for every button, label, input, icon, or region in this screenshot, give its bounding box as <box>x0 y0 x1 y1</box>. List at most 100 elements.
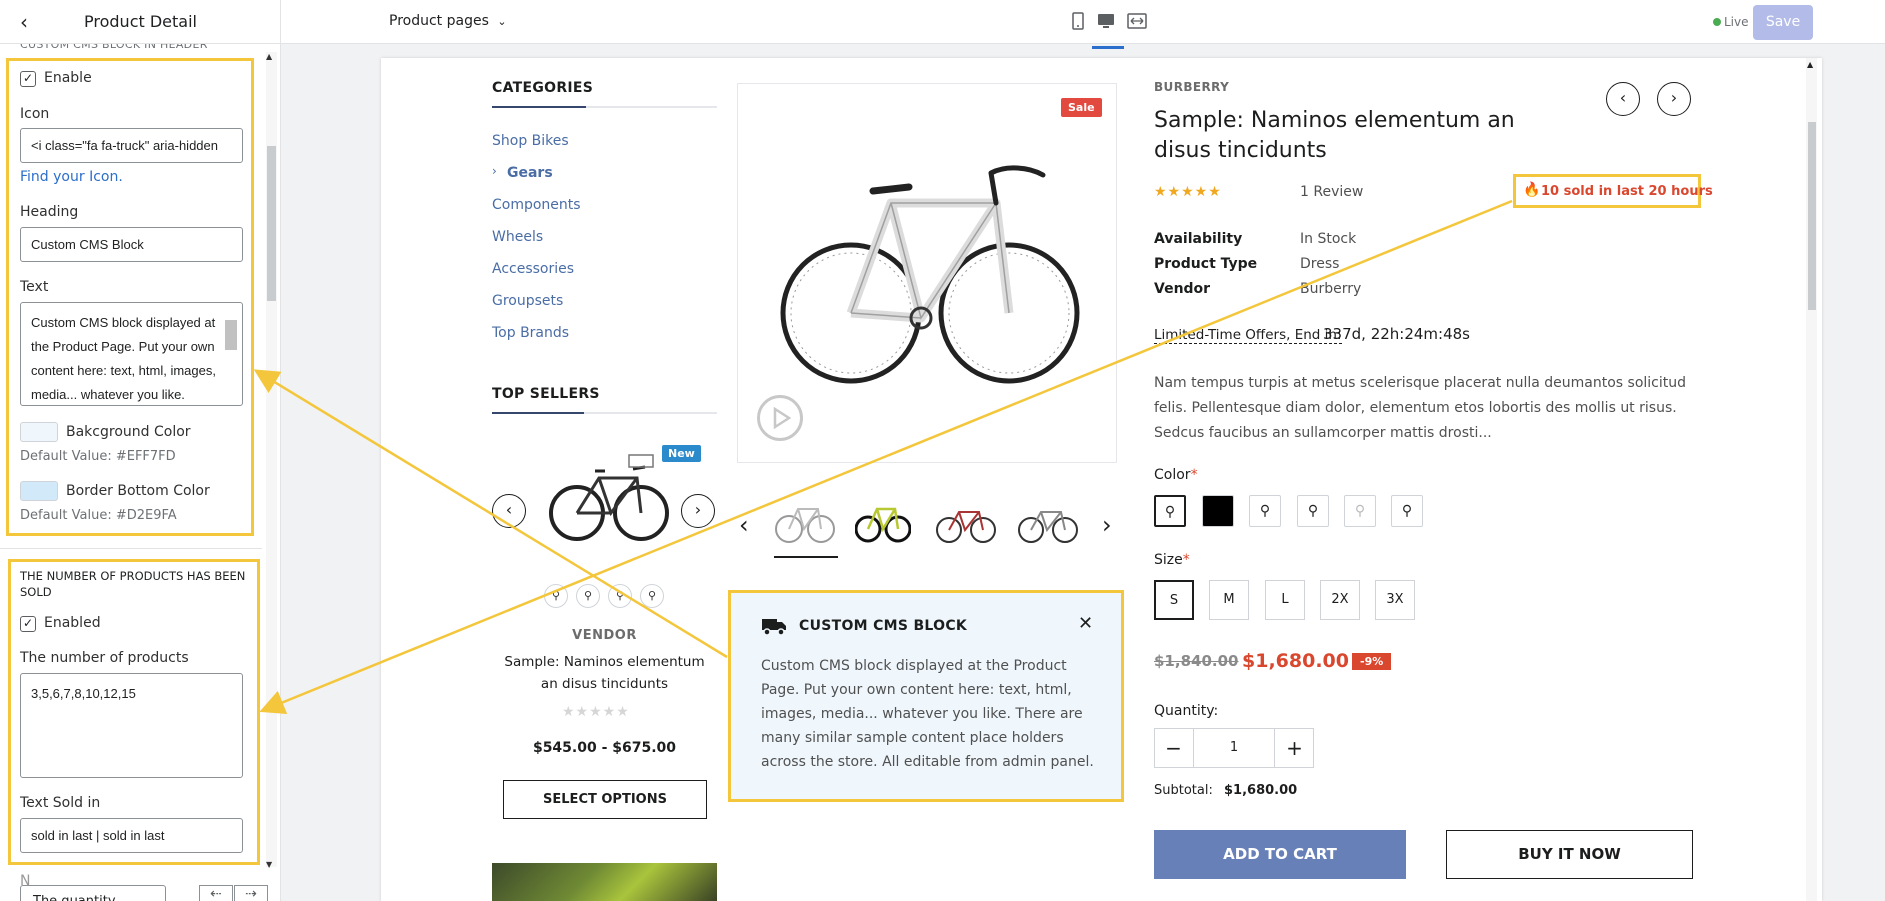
undo-icon[interactable]: ⇠ <box>199 885 233 901</box>
heading-input[interactable]: Custom CMS Block <box>20 227 243 262</box>
number-label: The number of products <box>20 650 189 666</box>
category-shop-bikes[interactable]: Shop Bikes <box>492 133 569 149</box>
sidebar-scroll-thumb[interactable] <box>267 146 276 301</box>
seller-swatch-3[interactable]: ⚲ <box>608 584 632 608</box>
mobile-icon[interactable] <box>1068 12 1088 34</box>
plus-icon[interactable]: + <box>1274 728 1314 768</box>
size-3x[interactable]: 3X <box>1375 580 1415 620</box>
preview-scroll-up-icon[interactable]: ▲ <box>1807 60 1813 69</box>
top-sellers-underline <box>492 412 584 414</box>
vendor-value[interactable]: Burberry <box>1300 281 1361 297</box>
seller-price: $545.00 - $675.00 <box>532 740 677 756</box>
color-swatch-5[interactable]: ⚲ <box>1344 495 1376 527</box>
close-icon[interactable]: ✕ <box>1078 613 1093 634</box>
cms-block-text: Custom CMS block displayed at the Produc… <box>761 658 1094 770</box>
vendor-label: Vendor <box>1154 281 1211 297</box>
availability-value: In Stock <box>1300 231 1357 247</box>
scroll-down-icon[interactable]: ▼ <box>266 860 272 869</box>
border-color-default: Default Value: #D2E9FA <box>20 508 177 523</box>
seller-rating: ★★★★★ <box>562 704 630 720</box>
bg-color-swatch[interactable] <box>20 422 58 442</box>
live-status-dot <box>1713 18 1721 26</box>
category-gears[interactable]: Gears <box>507 165 553 181</box>
seller-swatch-2[interactable]: ⚲ <box>576 584 600 608</box>
save-button[interactable]: Save <box>1753 5 1813 40</box>
size-label-text: Size <box>1154 552 1183 568</box>
offer-countdown: 337d, 22h:24m:48s <box>1323 325 1470 343</box>
product-next-button[interactable]: › <box>1657 82 1691 116</box>
enabled-label: Enabled <box>44 615 101 631</box>
size-l[interactable]: L <box>1265 580 1305 620</box>
add-to-cart-button[interactable]: ADD TO CART <box>1154 830 1406 879</box>
color-swatch-black[interactable] <box>1202 495 1234 527</box>
price-old: $1,840.00 <box>1154 652 1239 670</box>
product-prev-button[interactable]: ‹ <box>1606 82 1640 116</box>
thumbnail-2[interactable] <box>855 495 911 549</box>
banner-image[interactable] <box>492 863 717 901</box>
availability-label: Availability <box>1154 231 1243 247</box>
enable-label: Enable <box>44 70 92 86</box>
product-type-value: Dress <box>1300 256 1340 272</box>
top-seller-image[interactable] <box>549 443 669 553</box>
size-2x[interactable]: 2X <box>1320 580 1360 620</box>
preview-scroll-thumb[interactable] <box>1808 122 1816 310</box>
truck-icon <box>762 619 786 636</box>
product-image[interactable] <box>780 113 1081 413</box>
enabled-checkbox[interactable]: ✓ <box>20 616 36 632</box>
size-s[interactable]: S <box>1154 580 1194 620</box>
subtotal-label: Subtotal: <box>1154 783 1213 798</box>
seller-next-button[interactable]: › <box>681 494 715 528</box>
quantity-input[interactable]: 1 <box>1194 728 1274 768</box>
review-count[interactable]: 1 Review <box>1300 184 1363 200</box>
color-swatch-6[interactable]: ⚲ <box>1391 495 1423 527</box>
category-accessories[interactable]: Accessories <box>492 261 574 277</box>
size-required-mark: * <box>1182 552 1190 568</box>
textarea-scrollbar[interactable] <box>225 320 237 350</box>
text-textarea[interactable]: Custom CMS block displayed at the Produc… <box>20 302 243 406</box>
color-swatch-4[interactable]: ⚲ <box>1297 495 1329 527</box>
cms-block-title: CUSTOM CMS BLOCK <box>799 618 968 634</box>
section-divider <box>0 548 262 549</box>
category-top-brands[interactable]: Top Brands <box>492 325 569 341</box>
text-sold-label: Text Sold in <box>20 795 101 811</box>
seller-swatch-4[interactable]: ⚲ <box>640 584 664 608</box>
border-color-swatch[interactable] <box>20 481 58 501</box>
color-swatch-3[interactable]: ⚲ <box>1249 495 1281 527</box>
thumbnail-4[interactable] <box>1017 498 1079 546</box>
thumb-prev-icon[interactable]: ‹ <box>739 511 749 539</box>
play-video-icon[interactable] <box>757 395 803 441</box>
select-options-button[interactable]: SELECT OPTIONS <box>503 780 707 819</box>
product-brand[interactable]: BURBERRY <box>1154 80 1229 94</box>
desktop-icon[interactable] <box>1096 12 1116 34</box>
quantity-label: Quantity: <box>1154 703 1219 719</box>
fullwidth-icon[interactable] <box>1127 12 1147 34</box>
page-select[interactable]: Product pages ⌄ <box>389 13 507 29</box>
category-components[interactable]: Components <box>492 197 581 213</box>
size-m[interactable]: M <box>1209 580 1249 620</box>
quantity-button[interactable]: The quantity <box>20 885 166 901</box>
enable-checkbox[interactable]: ✓ <box>20 71 36 87</box>
icon-input[interactable]: <i class="fa fa-truck" aria-hidden <box>20 128 243 163</box>
subtotal-value: $1,680.00 <box>1224 783 1298 798</box>
text-label: Text <box>20 279 49 295</box>
category-wheels[interactable]: Wheels <box>492 229 543 245</box>
color-required-mark: * <box>1190 467 1198 483</box>
seller-swatch-1[interactable]: ⚲ <box>544 584 568 608</box>
thumbnail-1[interactable] <box>774 493 836 551</box>
color-label-text: Color <box>1154 467 1191 483</box>
product-description: Nam tempus turpis at metus scelerisque p… <box>1154 375 1686 441</box>
price-new: $1,680.00 <box>1242 650 1349 672</box>
seller-prev-button[interactable]: ‹ <box>492 494 526 528</box>
text-sold-input[interactable]: sold in last | sold in last <box>20 818 243 853</box>
find-icon-link[interactable]: Find your Icon. <box>20 169 123 185</box>
color-swatch-1[interactable]: ⚲ <box>1154 495 1186 527</box>
number-textarea[interactable]: 3,5,6,7,8,10,12,15 <box>20 673 243 778</box>
minus-icon[interactable]: − <box>1154 728 1194 768</box>
thumbnail-3[interactable] <box>935 498 997 546</box>
buy-now-button[interactable]: BUY IT NOW <box>1446 830 1693 879</box>
scroll-up-icon[interactable]: ▲ <box>266 52 272 61</box>
seller-name[interactable]: Sample: Naminos elementum an disus tinci… <box>502 651 707 695</box>
thumb-next-icon[interactable]: › <box>1102 511 1112 539</box>
category-groupsets[interactable]: Groupsets <box>492 293 563 309</box>
redo-icon[interactable]: ⇢ <box>234 885 268 901</box>
